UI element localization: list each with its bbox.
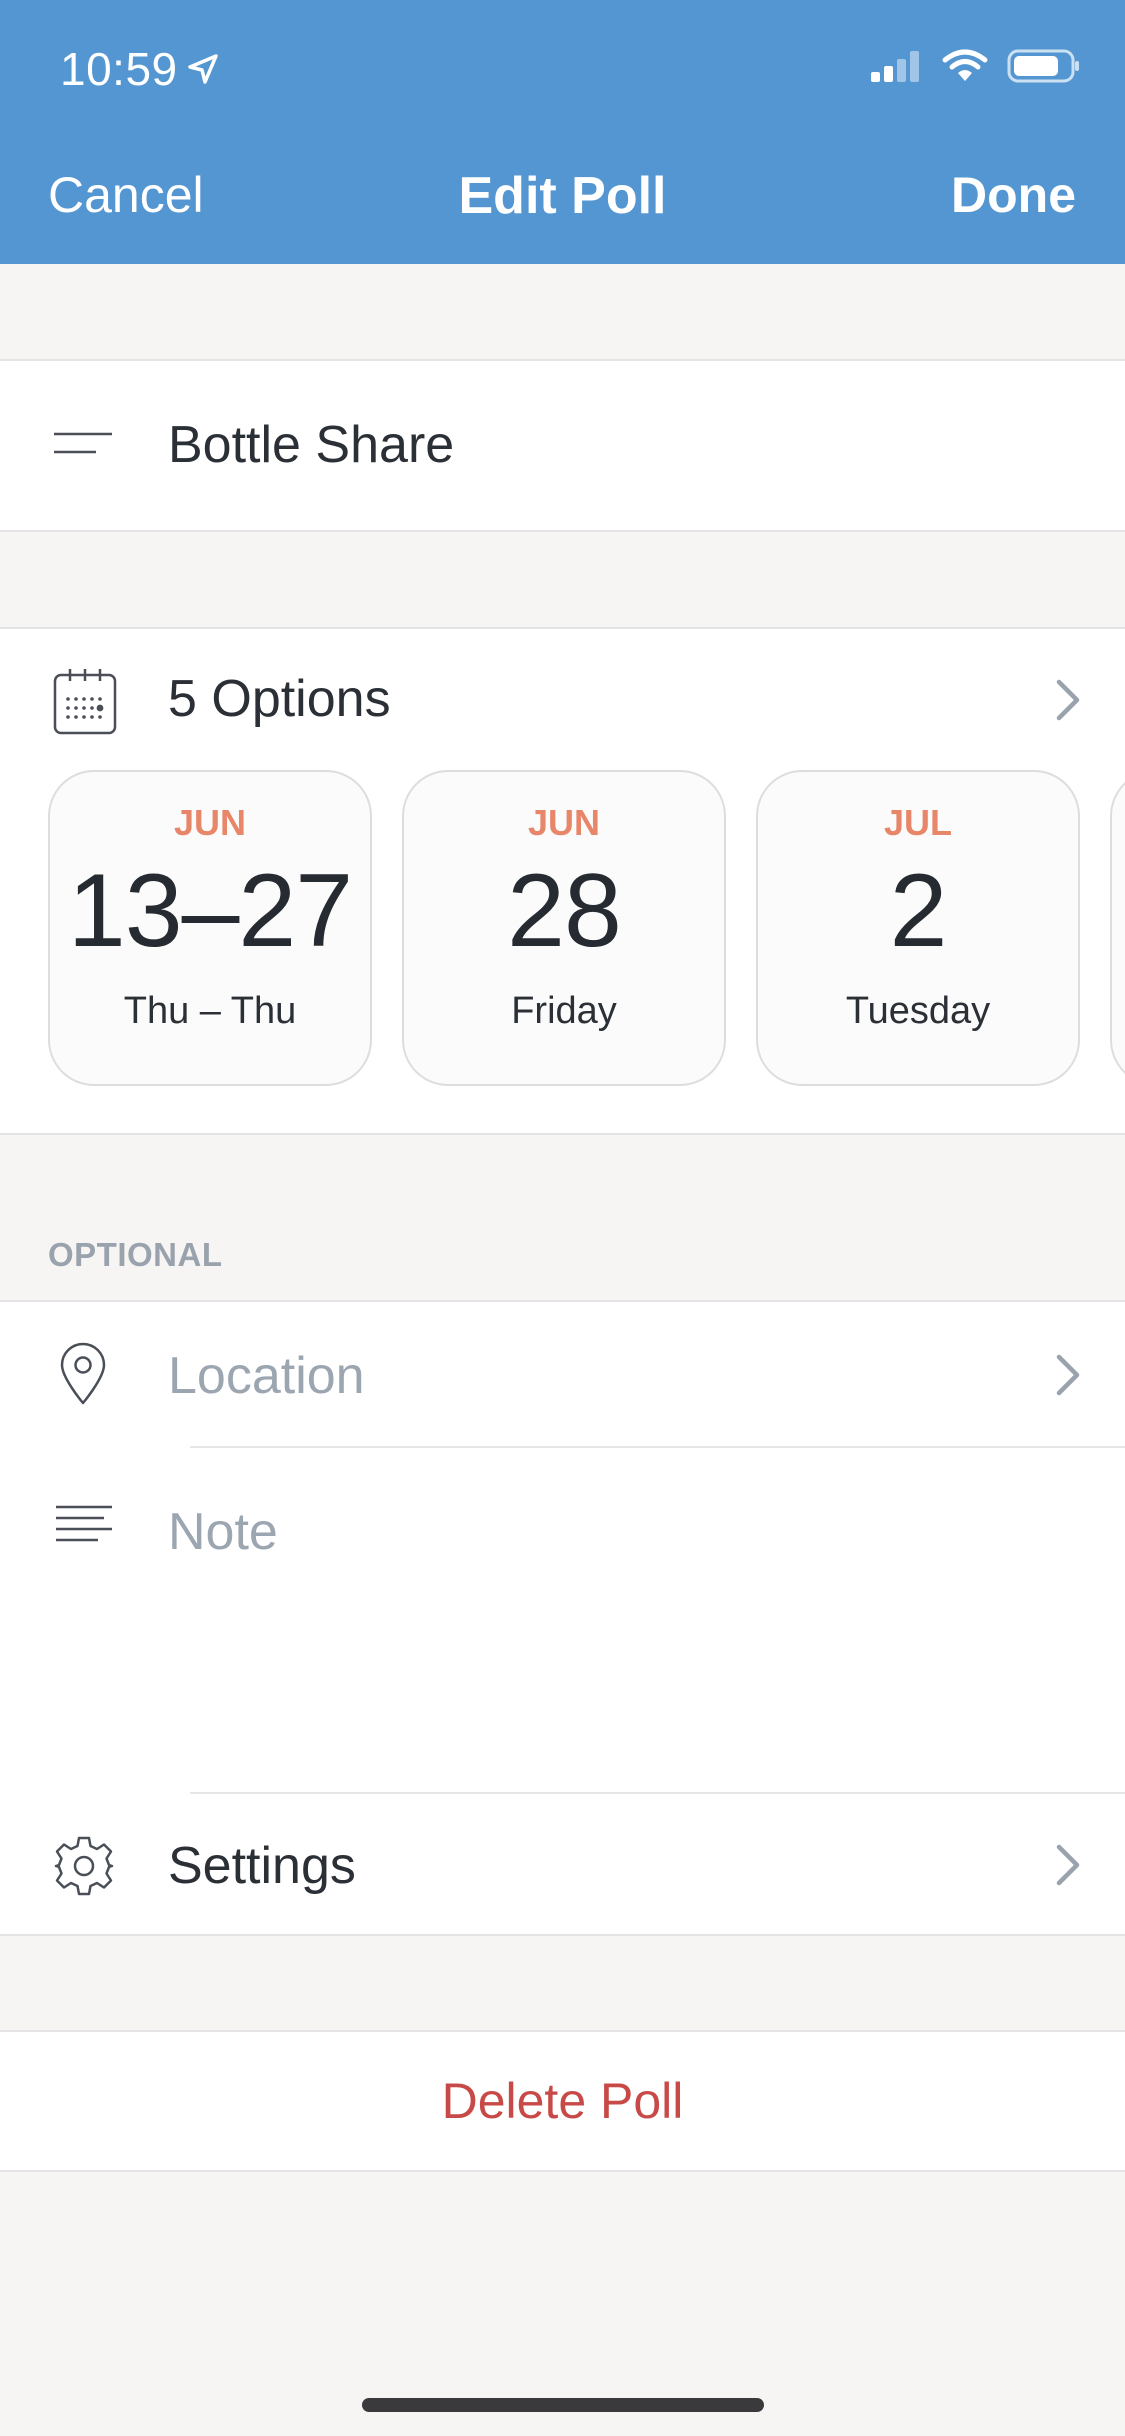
chevron-right-icon [1056,679,1080,721]
optional-section: Location Note Settings [0,1300,1125,1936]
options-count-label: 5 Options [168,670,391,728]
option-card-month: JUL [883,802,952,843]
title-lines-icon [54,432,112,454]
chevron-right-icon [1056,1354,1080,1396]
location-field: Location [168,1347,365,1405]
delete-poll-button[interactable]: Delete Poll [0,2032,1125,2170]
delete-section: Delete Poll [0,2030,1125,2172]
option-card-day: 2 [889,853,948,969]
optional-section-header: OPTIONAL [48,1236,223,1273]
status-time-text: 10:59 [60,43,178,95]
option-card-month: JUN [527,802,601,843]
cancel-button[interactable]: Cancel [48,166,204,224]
option-card-month: JUN [173,802,247,843]
poll-title-section: Bottle Share [0,359,1125,532]
option-card-weekday: Tuesday [845,990,991,1032]
option-card-day: 28 [507,853,622,969]
option-card-partial[interactable] [1110,770,1125,1086]
note-row[interactable]: Note [0,1448,1125,1790]
status-icons [869,48,1081,84]
home-indicator[interactable] [362,2398,764,2412]
option-card-weekday: Thu – Thu [123,990,297,1032]
option-card[interactable]: JUL 2 Tuesday [756,770,1080,1086]
wifi-icon [942,49,988,81]
gear-icon [54,1836,114,1896]
location-arrow-icon [187,54,218,84]
nav-bar: 10:59 Cancel Edit Poll Done [0,0,1125,264]
done-button[interactable]: Done [951,166,1076,224]
settings-row[interactable]: Settings [0,1794,1125,1936]
page-title-text: Edit Poll [458,167,667,225]
signal-icon [871,51,919,82]
map-pin-icon [60,1342,106,1405]
option-card[interactable]: JUN 28 Friday [402,770,726,1086]
status-time: 10:59 [60,42,220,96]
options-row[interactable]: 5 Options [0,629,1125,769]
option-card-weekday: Friday [511,990,617,1032]
option-card-day: 13–27 [67,853,353,969]
note-field: Note [168,1503,278,1561]
poll-title-input[interactable]: Bottle Share [168,415,454,475]
option-card[interactable]: JUN 13–27 Thu – Thu [48,770,372,1086]
option-cards: JUN 13–27 Thu – Thu JUN 28 Friday JUL 2 … [48,770,1125,1086]
calendar-icon [53,669,117,735]
settings-label: Settings [168,1837,356,1895]
location-row[interactable]: Location [0,1302,1125,1446]
battery-icon [1007,49,1079,83]
chevron-right-icon [1056,1844,1080,1886]
note-lines-icon [56,1505,112,1542]
